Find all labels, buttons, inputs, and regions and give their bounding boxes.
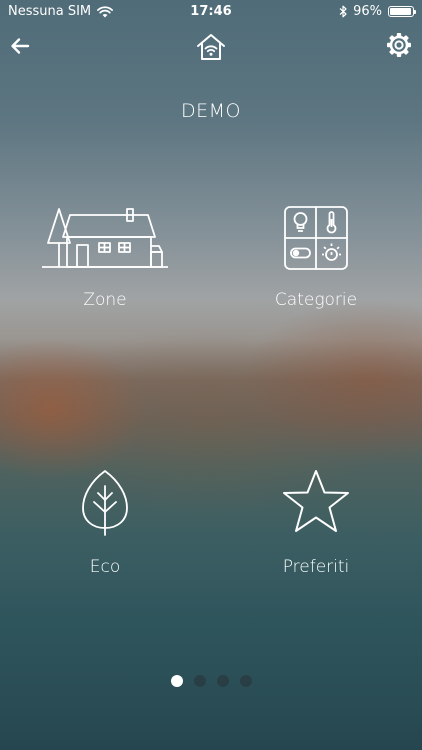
app-screen: Nessuna SIM 17:46 96% DEMO Zone Categori…	[0, 0, 422, 750]
page-dot-3[interactable]	[216, 675, 229, 687]
tile-zone-label: Zone	[83, 290, 127, 310]
smart-home-icon	[197, 34, 225, 60]
star-icon	[283, 470, 349, 532]
tile-categorie-label: Categorie	[274, 290, 358, 310]
tile-categorie[interactable]: Categorie	[226, 200, 406, 320]
page-dot-2[interactable]	[193, 675, 206, 687]
gear-icon[interactable]	[386, 32, 412, 58]
categories-grid-icon	[284, 206, 348, 270]
tile-preferiti-label: Preferiti	[282, 557, 350, 577]
battery-percent: 96%	[353, 4, 382, 19]
tile-zone[interactable]: Zone	[15, 200, 195, 320]
leaf-icon	[82, 470, 128, 536]
tile-eco[interactable]: Eco	[15, 468, 195, 588]
nav-bar	[0, 24, 422, 70]
status-bar: Nessuna SIM 17:46 96%	[0, 0, 422, 24]
bluetooth-icon	[339, 5, 347, 18]
page-title: DEMO	[181, 100, 241, 122]
tile-preferiti[interactable]: Preferiti	[226, 468, 406, 588]
page-indicator	[0, 675, 422, 687]
battery-icon	[388, 6, 416, 17]
back-arrow-icon[interactable]	[8, 34, 32, 58]
page-dot-4[interactable]	[239, 675, 252, 687]
battery-level	[390, 8, 412, 15]
house-icon	[42, 208, 168, 268]
tile-eco-label: Eco	[89, 557, 121, 577]
page-dot-1[interactable]	[170, 675, 183, 687]
status-right: 96%	[339, 4, 416, 19]
